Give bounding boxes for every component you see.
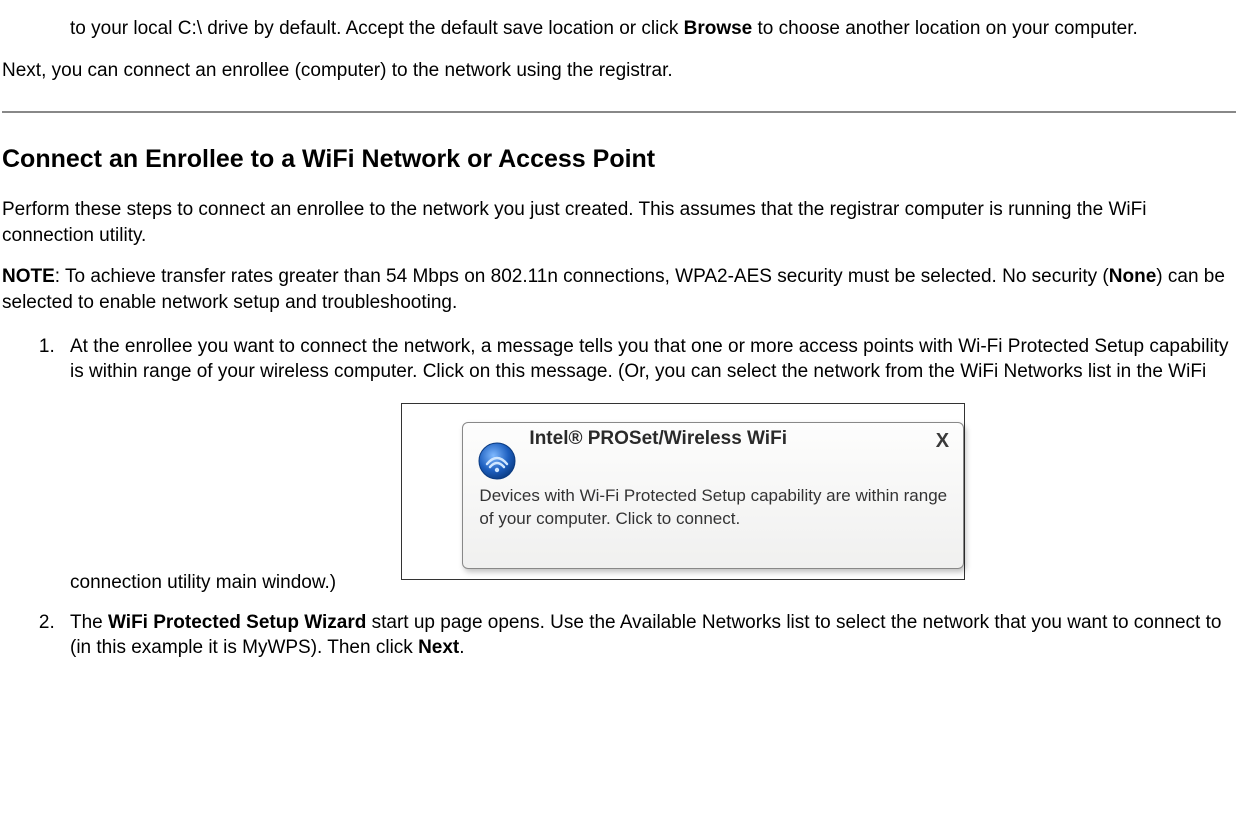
section-intro: Perform these steps to connect an enroll… [2,197,1236,248]
browse-label: Browse [684,18,753,39]
section-heading: Connect an Enrollee to a WiFi Network or… [2,143,1236,177]
text-fragment: : To achieve transfer rates greater than… [55,266,1109,287]
notification-screenshot: Intel® PROSet/Wireless WiFi Devices with… [401,403,965,580]
step-1: At the enrollee you want to connect the … [60,334,1236,596]
partial-previous-step: to your local C:\ drive by default. Acce… [70,16,1226,42]
note-paragraph: NOTE: To achieve transfer rates greater … [2,264,1236,315]
steps-list: At the enrollee you want to connect the … [2,334,1236,661]
transition-paragraph: Next, you can connect an enrollee (compu… [2,58,1236,84]
step-2: The WiFi Protected Setup Wizard start up… [60,610,1236,661]
text-fragment: The [70,612,108,633]
wizard-name: WiFi Protected Setup Wizard [108,612,366,633]
text-fragment: to your local C:\ drive by default. Acce… [70,18,684,39]
wifi-icon [477,441,517,481]
note-label: NOTE [2,266,55,287]
text-fragment: to choose another location on your compu… [752,18,1138,39]
text-fragment: . [459,637,464,658]
balloon-body: Devices with Wi-Fi Protected Setup capab… [479,485,947,531]
none-label: None [1109,266,1157,287]
wps-notification-balloon[interactable]: Intel® PROSet/Wireless WiFi Devices with… [462,422,964,569]
section-divider [2,111,1236,113]
next-label: Next [418,637,459,658]
close-icon[interactable]: X [931,431,953,453]
